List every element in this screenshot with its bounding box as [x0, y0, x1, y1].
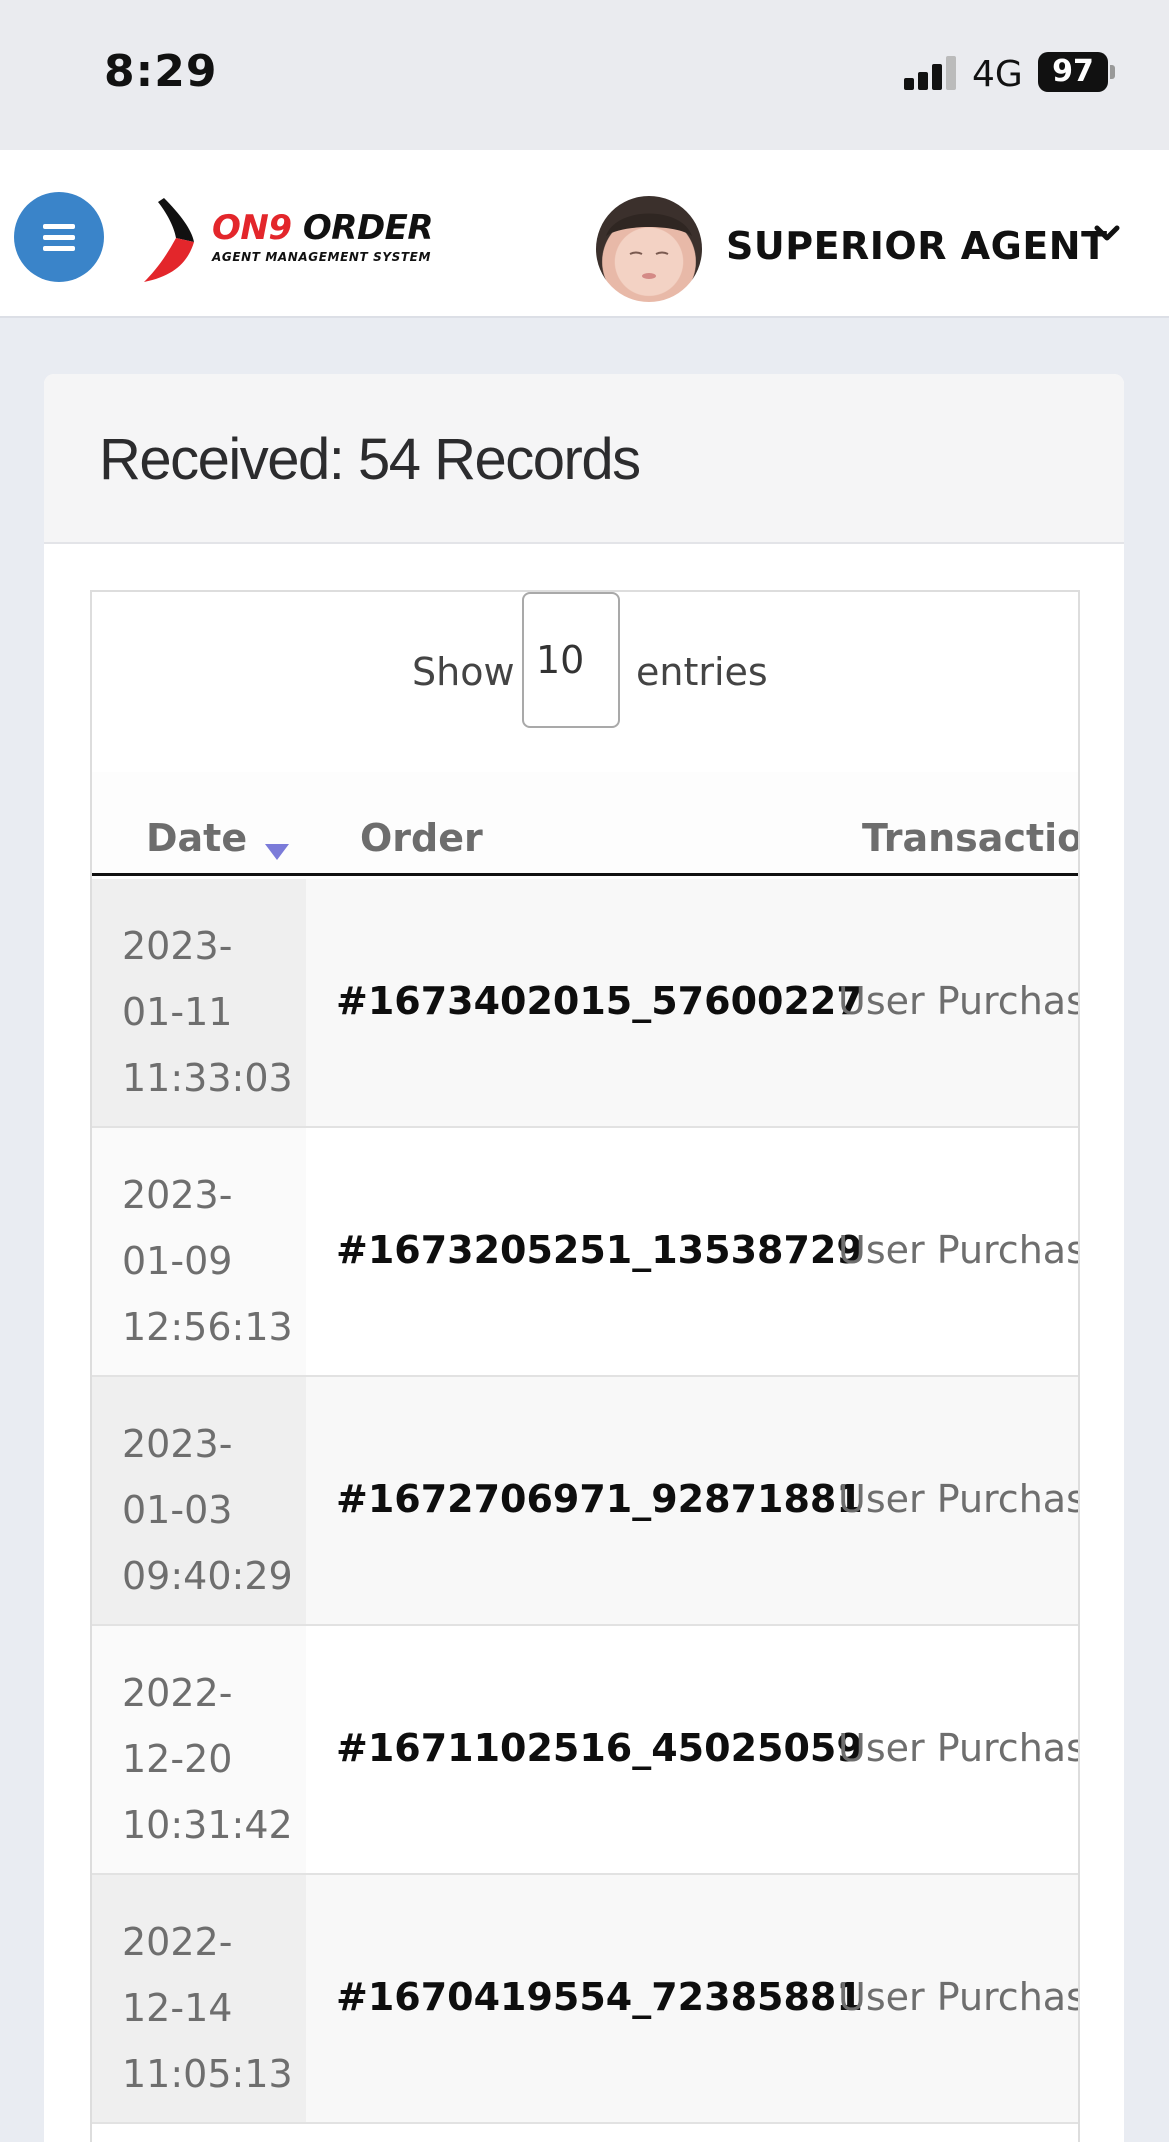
cell-date-line: 12:56:13 [122, 1305, 293, 1349]
sort-desc-icon [265, 844, 289, 860]
chevron-down-icon[interactable] [1094, 220, 1120, 246]
table-body: 2023- 01-11 11:33:03 #1673402015_5760022… [92, 879, 1078, 2124]
cell-date: 2022- 12-20 10:31:42 [92, 1626, 306, 1873]
cell-date: 2023- 01-03 09:40:29 [92, 1377, 306, 1624]
cell-date: 2023- 01-11 11:33:03 [92, 879, 306, 1126]
cell-date-line: 11:33:03 [122, 1056, 293, 1100]
records-card: Received: 54 Records Show 10 entries Dat… [44, 374, 1124, 2142]
cell-date-line: 2023- [122, 924, 233, 968]
avatar[interactable] [596, 196, 702, 302]
logo-text: ON9 ORDER [212, 208, 434, 248]
logo-mark-icon [144, 198, 194, 282]
cell-date-line: 2022- [122, 1920, 233, 1964]
cell-date-line: 10:31:42 [122, 1803, 293, 1847]
column-header-transaction[interactable]: Transaction [862, 816, 1078, 860]
signal-icon [904, 56, 958, 90]
logo-text-on9: ON9 [212, 208, 292, 248]
cell-date-line: 2022- [122, 1671, 233, 1715]
entries-length-control: Show 10 entries [92, 592, 1078, 772]
cell-order: #1670419554_72385881 [336, 1975, 863, 2019]
table-row[interactable]: 2023- 01-03 09:40:29 #1672706971_9287188… [92, 1377, 1078, 1626]
battery-nub [1110, 65, 1115, 79]
logo-text-order: ORDER [302, 208, 434, 248]
column-header-order[interactable]: Order [360, 816, 483, 860]
cell-transaction: User Purchase [838, 1726, 1078, 1770]
cell-date-line: 12-20 [122, 1737, 233, 1781]
table-row[interactable]: 2022- 12-14 11:05:13 #1670419554_7238588… [92, 1875, 1078, 2124]
user-name[interactable]: SUPERIOR AGENT [726, 224, 1108, 268]
cell-date-line: 01-03 [122, 1488, 233, 1532]
table-header: Date Order Transaction [92, 772, 1078, 876]
logo[interactable]: ON9 ORDER AGENT MANAGEMENT SYSTEM [136, 196, 456, 286]
cell-order: #1673402015_57600227 [336, 979, 863, 1023]
card-header: Received: 54 Records [44, 374, 1124, 544]
entries-show-label: Show [412, 650, 515, 694]
network-label: 4G [972, 54, 1023, 95]
entries-suffix-label: entries [636, 650, 768, 694]
cell-date-line: 11:05:13 [122, 2052, 293, 2096]
cell-date-line: 01-09 [122, 1239, 233, 1283]
cell-date-line: 09:40:29 [122, 1554, 293, 1598]
table-row[interactable]: 2022- 12-20 10:31:42 #1671102516_4502505… [92, 1626, 1078, 1875]
cell-transaction: User Purchase [838, 1477, 1078, 1521]
status-bar: 8:29 4G 97 [0, 0, 1169, 150]
cell-date-line: 12-14 [122, 1986, 233, 2030]
cell-date-line: 01-11 [122, 990, 233, 1034]
cell-order: #1673205251_13538729 [336, 1228, 863, 1272]
cell-date-line: 2023- [122, 1422, 233, 1466]
records-table: Show 10 entries Date Order Transaction 2… [90, 590, 1080, 2142]
cell-date: 2022- 12-14 11:05:13 [92, 1875, 306, 2122]
cell-date: 2023- 01-09 12:56:13 [92, 1128, 306, 1375]
table-row[interactable]: 2023- 01-09 12:56:13 #1673205251_1353872… [92, 1128, 1078, 1377]
entries-select[interactable]: 10 [522, 592, 620, 728]
cell-order: #1672706971_92871881 [336, 1477, 863, 1521]
menu-button[interactable] [14, 192, 104, 282]
cell-transaction: User Purchase [838, 1228, 1078, 1272]
app-header: ON9 ORDER AGENT MANAGEMENT SYSTEM SUPERI… [0, 150, 1169, 318]
avatar-face-icon [606, 213, 692, 279]
cell-transaction: User Purchase [838, 979, 1078, 1023]
battery-icon: 97 [1038, 52, 1108, 92]
cell-order: #1671102516_45025059 [336, 1726, 863, 1770]
cell-transaction: User Purchase [838, 1975, 1078, 2019]
cell-date-line: 2023- [122, 1173, 233, 1217]
page-title: Received: 54 Records [99, 427, 641, 492]
table-row[interactable]: 2023- 01-11 11:33:03 #1673402015_5760022… [92, 879, 1078, 1128]
logo-subtitle: AGENT MANAGEMENT SYSTEM [212, 250, 431, 264]
status-time: 8:29 [104, 46, 218, 97]
column-header-date[interactable]: Date [146, 816, 247, 860]
